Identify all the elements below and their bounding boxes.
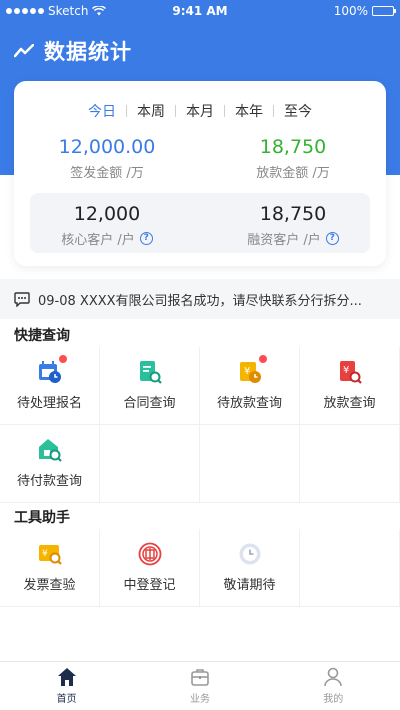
tab-label: 首页 <box>56 694 77 705</box>
battery-icon <box>372 6 396 16</box>
issued-amount-value: 12,000.00 <box>58 136 156 158</box>
period-tabs: 今日 本周 本月 本年 至今 <box>14 101 386 121</box>
tab-mine[interactable]: 我的 <box>267 662 400 710</box>
coming-soon-clock-icon <box>238 542 262 566</box>
briefcase-icon <box>191 669 209 686</box>
title-bar: 数据统计 <box>14 36 132 66</box>
quick-item-label: 待付款查询 <box>16 474 82 489</box>
financing-customers-label: 融资客户 /户 <box>247 233 321 248</box>
document-search-icon <box>138 360 162 384</box>
tool-coming-soon[interactable]: 敬请期待 <box>200 529 300 607</box>
svg-text:¥: ¥ <box>42 549 48 559</box>
tab-home[interactable]: 首页 <box>0 662 133 710</box>
notice-text: 09-08 XXXX有限公司报名成功，请尽快联系分行拆分... <box>38 293 362 309</box>
payment-search-icon <box>38 438 62 462</box>
statistics-card: 今日 本周 本月 本年 至今 12,000.00 签发金额 /万 18,750 … <box>14 81 386 266</box>
core-customers-stat[interactable]: 12,000 核心客户 /户 ? <box>14 203 200 248</box>
loan-amount-value: 18,750 <box>259 136 327 158</box>
quick-item-contract-query[interactable]: 合同查询 <box>100 347 200 425</box>
tab-label: 我的 <box>323 694 344 705</box>
tool-label: 中登登记 <box>123 578 176 593</box>
quick-item-label: 待放款查询 <box>216 396 282 411</box>
quick-item-pending-payment-query[interactable]: 待付款查询 <box>0 425 100 503</box>
loan-amount-label: 放款金额 /万 <box>256 166 330 181</box>
quick-query-title: 快捷查询 <box>14 328 70 344</box>
notification-badge <box>57 354 68 364</box>
battery-percent: 100% <box>333 4 368 18</box>
tab-to-date[interactable]: 至今 <box>274 101 322 121</box>
notice-bar[interactable]: 09-08 XXXX有限公司报名成功，请尽快联系分行拆分... <box>0 279 400 319</box>
tool-invoice-check[interactable]: ¥ 发票查验 <box>0 529 100 607</box>
tools-title: 工具助手 <box>14 510 70 526</box>
financing-customers-value: 18,750 <box>259 203 327 225</box>
tab-label: 业务 <box>189 694 210 705</box>
empty-cell <box>200 425 300 503</box>
registration-seal-icon <box>138 542 162 566</box>
help-icon[interactable]: ? <box>325 232 339 245</box>
issued-amount-label: 签发金额 /万 <box>70 166 144 181</box>
quick-item-label: 待处理报名 <box>16 396 82 411</box>
svg-text:¥: ¥ <box>343 365 349 376</box>
quick-query-grid: 待处理报名 合同查询 ¥ 待放款查询 ¥ 放款查询 待付款查询 <box>0 347 400 503</box>
issued-amount-stat[interactable]: 12,000.00 签发金额 /万 <box>14 136 200 181</box>
bottom-tab-bar: 首页 业务 我的 <box>0 661 400 710</box>
empty-cell <box>300 425 400 503</box>
amount-stats-row: 12,000.00 签发金额 /万 18,750 放款金额 /万 <box>14 136 386 181</box>
invoice-check-icon: ¥ <box>38 542 62 566</box>
calendar-clock-icon <box>38 354 68 384</box>
notification-badge <box>257 354 268 364</box>
help-icon[interactable]: ? <box>139 232 153 245</box>
tool-label: 发票查验 <box>23 578 76 593</box>
quick-item-label: 合同查询 <box>123 396 176 411</box>
status-right: 100% <box>333 4 396 18</box>
loan-amount-stat[interactable]: 18,750 放款金额 /万 <box>200 136 386 181</box>
status-bar: Sketch 9:41 AM 100% <box>0 0 400 22</box>
tool-label: 敬请期待 <box>223 578 276 593</box>
tab-today[interactable]: 今日 <box>78 101 126 121</box>
tool-registration[interactable]: 中登登记 <box>100 529 200 607</box>
core-customers-value: 12,000 <box>73 203 141 225</box>
home-icon <box>57 668 76 686</box>
empty-cell <box>300 529 400 607</box>
trend-line-icon <box>14 44 34 58</box>
quick-item-pending-registration[interactable]: 待处理报名 <box>0 347 100 425</box>
quick-item-loan-query[interactable]: ¥ 放款查询 <box>300 347 400 425</box>
customer-stats-row: 12,000 核心客户 /户 ? 18,750 融资客户 /户 ? <box>14 203 386 248</box>
tab-this-year[interactable]: 本年 <box>225 101 273 121</box>
financing-customers-stat[interactable]: 18,750 融资客户 /户 ? <box>200 203 386 248</box>
pending-loan-icon: ¥ <box>238 354 268 384</box>
core-customers-label: 核心客户 /户 <box>61 233 135 248</box>
user-icon <box>324 667 343 687</box>
tab-this-week[interactable]: 本周 <box>127 101 175 121</box>
tools-grid: ¥ 发票查验 中登登记 敬请期待 <box>0 529 400 607</box>
empty-cell <box>100 425 200 503</box>
page-title: 数据统计 <box>44 40 132 64</box>
message-icon <box>14 291 30 307</box>
quick-item-pending-loan-query[interactable]: ¥ 待放款查询 <box>200 347 300 425</box>
tab-this-month[interactable]: 本月 <box>176 101 224 121</box>
quick-item-label: 放款查询 <box>323 396 376 411</box>
tab-business[interactable]: 业务 <box>133 662 266 710</box>
loan-search-icon: ¥ <box>338 360 362 384</box>
